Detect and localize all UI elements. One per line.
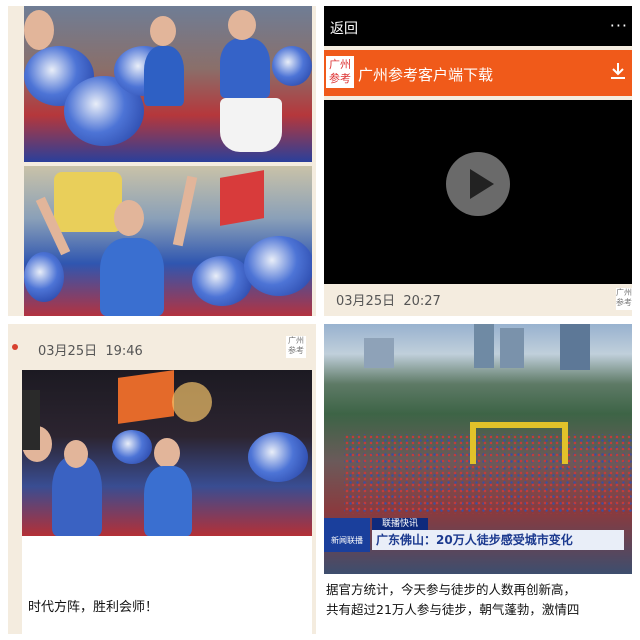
play-icon: [470, 169, 494, 199]
panel-post: 03月25日 19:46 广州参考 时代方阵，胜利会师！: [8, 324, 316, 634]
top-bar: 返回 ···: [324, 6, 632, 46]
post-timestamp: 03月25日 20:27: [336, 294, 441, 309]
news-body: 据官方统计，今天参与徒步的人数再创新高， 共有超过21万人参与徒步，朝气蓬勃，激…: [326, 580, 630, 620]
play-button[interactable]: [446, 152, 510, 216]
video-player[interactable]: [324, 100, 632, 284]
source-icon: 广州参考: [616, 288, 632, 310]
news-logo: 新闻联播: [324, 518, 370, 552]
red-dot: [12, 344, 18, 350]
download-banner[interactable]: 广州参考 广州参考客户端下载: [324, 50, 632, 96]
caption-area: 时代方阵，胜利会师！: [22, 536, 312, 634]
victory-ceremony-photo[interactable]: [22, 370, 312, 536]
flash-label: 联播快讯: [372, 518, 428, 530]
post-timestamp: 03月25日 19:46: [38, 344, 143, 359]
body-line-1: 据官方统计，今天参与徒步的人数再创新高，: [326, 582, 577, 597]
banner-text: 广州参考客户端下载: [358, 66, 494, 84]
app-logo: 广州参考: [326, 56, 354, 88]
cheerleaders-photo[interactable]: [24, 6, 312, 162]
cheering-man-photo[interactable]: [24, 166, 312, 316]
source-icon: 广州参考: [286, 336, 306, 358]
finish-arch: [470, 422, 568, 464]
post-caption: 时代方阵，胜利会师！: [28, 600, 159, 615]
panel-video-page: 返回 ··· 广州参考 广州参考客户端下载 03月25日 20:27 广州参考: [324, 6, 632, 316]
body-line-2: 共有超过21万人参与徒步，朝气蓬勃，激情四: [326, 602, 580, 617]
back-button[interactable]: 返回: [330, 18, 358, 38]
panel-news: 新闻联播 联播快讯 广东佛山：20万人徒步感受城市变化 据官方统计，今天参与徒步…: [324, 324, 632, 634]
news-headline: 广东佛山：20万人徒步感受城市变化: [372, 530, 624, 550]
more-menu-button[interactable]: ···: [610, 16, 628, 35]
news-ticker: 新闻联播 联播快讯 广东佛山：20万人徒步感受城市变化: [324, 518, 632, 552]
download-icon[interactable]: [610, 62, 626, 80]
panel-photo-collage: [8, 6, 316, 316]
